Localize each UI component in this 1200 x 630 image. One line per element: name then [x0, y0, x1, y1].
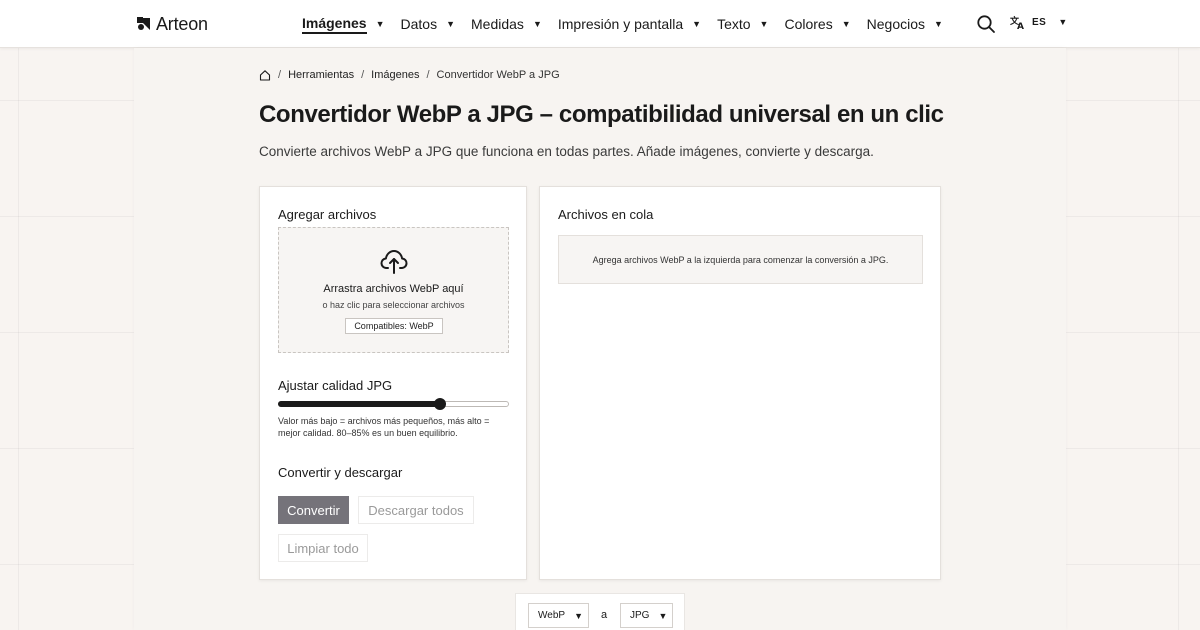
cloud-upload-icon: [380, 250, 408, 274]
page-title: Convertidor WebP a JPG – compatibilidad …: [259, 101, 944, 128]
chevron-down-icon: ▼: [934, 19, 943, 29]
nav-item-colores[interactable]: Colores ▼: [784, 0, 850, 48]
nav-item-texto[interactable]: Texto ▼: [717, 0, 768, 48]
download-all-button[interactable]: Descargar todos: [358, 496, 474, 524]
nav-item-impresion-y-pantalla[interactable]: Impresión y pantalla ▼: [558, 0, 701, 48]
search-button[interactable]: [976, 14, 996, 34]
breadcrumb-imagenes[interactable]: Imágenes: [371, 69, 419, 81]
brand-logo[interactable]: Arteon: [136, 13, 208, 35]
chevron-down-icon: ▼: [1058, 17, 1068, 27]
quality-hint: Valor más bajo = archivos más pequeños, …: [278, 416, 490, 438]
file-dropzone[interactable]: Arrastra archivos WebP aquí o haz clic p…: [278, 227, 509, 353]
nav-item-negocios[interactable]: Negocios ▼: [867, 0, 943, 48]
queue-panel: Archivos en cola Agrega archivos WebP a …: [539, 186, 941, 580]
main-content: / Herramientas / Imágenes / Convertidor …: [134, 48, 1066, 630]
chevron-down-icon: ▼: [658, 610, 668, 621]
brand-mark-icon: [137, 17, 150, 30]
breadcrumb-separator: /: [361, 69, 365, 81]
language-code: ES: [1032, 16, 1047, 28]
quality-heading: Ajustar calidad JPG: [278, 378, 393, 393]
nav-item-label: Medidas: [471, 16, 524, 32]
nav-item-datos[interactable]: Datos ▼: [401, 0, 456, 48]
format-selector-bar: WebP ▼ a JPG ▼: [515, 593, 685, 630]
chevron-down-icon: ▼: [446, 19, 456, 29]
nav-item-label: Datos: [400, 16, 438, 32]
translate-icon: 文 A: [1010, 15, 1024, 30]
chevron-down-icon: ▼: [532, 19, 542, 29]
nav-item-label: Negocios: [866, 16, 926, 32]
breadcrumb-herramientas[interactable]: Herramientas: [288, 69, 354, 81]
svg-text:A: A: [1017, 22, 1024, 30]
quality-slider-fill: [278, 401, 440, 407]
breadcrumb-separator: /: [278, 69, 282, 81]
chevron-down-icon: ▼: [759, 19, 769, 29]
brand-name: Arteon: [156, 13, 208, 34]
search-icon: [977, 15, 995, 33]
queue-heading: Archivos en cola: [558, 207, 654, 222]
queue-empty-state: Agrega archivos WebP a la izquierda para…: [558, 235, 923, 284]
language-selector[interactable]: 文 A ES ▼: [1010, 14, 1067, 30]
chevron-down-icon: ▼: [574, 610, 583, 621]
breadcrumb-separator: /: [426, 69, 430, 81]
nav-item-label: Texto: [717, 16, 751, 32]
convert-heading: Convertir y descargar: [278, 465, 403, 480]
nav-item-imagenes[interactable]: Imágenes ▼: [302, 0, 385, 48]
main-nav: Imágenes ▼ Datos ▼ Medidas ▼ Impresión y panta…: [302, 0, 959, 48]
chevron-down-icon: ▼: [841, 19, 851, 29]
page-subtitle: Convierte archivos WebP a JPG que funcio…: [259, 144, 874, 159]
nav-item-medidas[interactable]: Medidas ▼: [471, 0, 542, 48]
chevron-down-icon: ▼: [375, 19, 385, 29]
chevron-down-icon: ▼: [692, 19, 702, 29]
clear-all-button[interactable]: Limpiar todo: [278, 534, 368, 562]
nav-item-label: Colores: [784, 16, 833, 32]
target-format-select[interactable]: JPG ▼: [620, 603, 673, 628]
format-connector: a: [601, 609, 608, 621]
nav-item-label: Imágenes: [302, 15, 367, 34]
dropzone-title: Arrastra archivos WebP aquí: [323, 283, 464, 295]
converter-panel: Agregar archivos Arrastra archivos WebP …: [259, 186, 527, 580]
breadcrumb: / Herramientas / Imágenes / Convertidor …: [259, 69, 560, 81]
quality-slider[interactable]: [278, 398, 509, 410]
site-header: Arteon Imágenes ▼ Datos ▼ Medidas ▼ Impresión …: [0, 0, 1200, 48]
supported-formats-badge: Compatibles: WebP: [345, 318, 443, 334]
convert-button[interactable]: Convertir: [278, 496, 349, 524]
target-format-value: JPG: [630, 610, 650, 621]
nav-item-label: Impresión y pantalla: [557, 16, 684, 32]
dropzone-subtitle: o haz clic para seleccionar archivos: [322, 300, 465, 310]
breadcrumb-current: Convertidor WebP a JPG: [436, 69, 560, 81]
source-format-select[interactable]: WebP ▼: [528, 603, 589, 628]
quality-slider-thumb[interactable]: [434, 398, 446, 410]
source-format-value: WebP: [538, 610, 566, 621]
home-icon[interactable]: [259, 69, 271, 81]
add-files-heading: Agregar archivos: [278, 207, 377, 222]
